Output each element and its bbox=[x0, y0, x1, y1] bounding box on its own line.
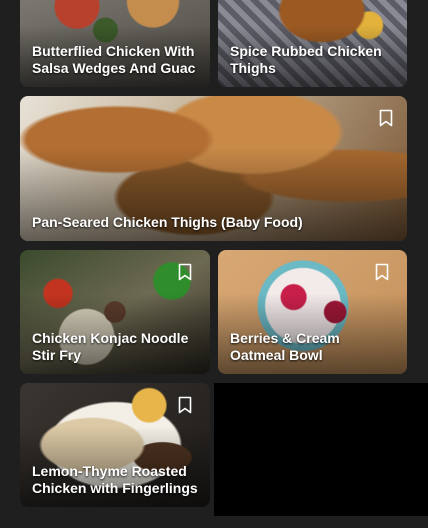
empty-grid-slot bbox=[214, 383, 428, 516]
recipe-card-konjac-noodle[interactable]: Chicken Konjac Noodle Stir Fry bbox=[20, 250, 210, 374]
bookmark-icon[interactable] bbox=[178, 396, 192, 414]
recipe-title: Butterflied Chicken With Salsa Wedges An… bbox=[32, 43, 196, 76]
recipe-title: Pan-Seared Chicken Thighs (Baby Food) bbox=[32, 214, 303, 230]
bookmark-icon[interactable] bbox=[178, 263, 192, 281]
bookmark-icon[interactable] bbox=[379, 109, 393, 127]
recipe-title: Lemon-Thyme Roasted Chicken with Fingerl… bbox=[32, 463, 198, 496]
recipe-title: Berries & Cream Oatmeal Bowl bbox=[230, 330, 340, 363]
recipe-card-butterflied-chicken[interactable]: Butterflied Chicken With Salsa Wedges An… bbox=[20, 0, 210, 87]
recipe-title: Spice Rubbed Chicken Thighs bbox=[230, 43, 382, 76]
bookmark-icon[interactable] bbox=[375, 263, 389, 281]
recipe-card-lemon-thyme-chicken[interactable]: Lemon-Thyme Roasted Chicken with Fingerl… bbox=[20, 383, 210, 507]
recipe-card-spice-rubbed-chicken[interactable]: Spice Rubbed Chicken Thighs bbox=[218, 0, 407, 87]
recipe-title: Chicken Konjac Noodle Stir Fry bbox=[32, 330, 189, 363]
recipe-card-berries-oatmeal[interactable]: Berries & Cream Oatmeal Bowl bbox=[218, 250, 407, 374]
recipe-card-pan-seared-thighs[interactable]: Pan-Seared Chicken Thighs (Baby Food) bbox=[20, 96, 407, 241]
